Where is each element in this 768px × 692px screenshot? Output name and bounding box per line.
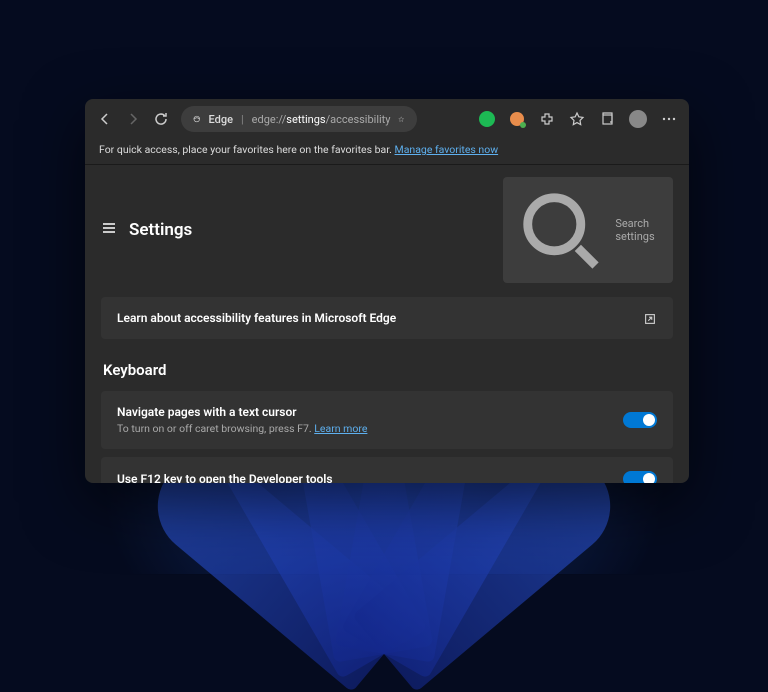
hamburger-menu-icon[interactable] [101, 220, 117, 240]
search-placeholder: Search settings [615, 217, 663, 243]
favorite-star-icon[interactable] [398, 113, 404, 126]
more-menu-icon[interactable] [661, 111, 677, 127]
f12-devtools-toggle[interactable] [623, 471, 657, 483]
card-title: Learn about accessibility features in Mi… [117, 311, 643, 325]
extension-profile-icon[interactable] [509, 111, 525, 127]
extension-green-icon[interactable] [479, 111, 495, 127]
settings-content: Learn about accessibility features in Mi… [85, 297, 689, 483]
favorites-icon[interactable] [569, 111, 585, 127]
forward-button[interactable] [125, 111, 141, 127]
profile-avatar[interactable] [629, 110, 647, 128]
search-icon [513, 183, 607, 277]
address-label: Edge [209, 113, 233, 126]
refresh-button[interactable] [153, 111, 169, 127]
favorites-bar: For quick access, place your favorites h… [85, 139, 689, 165]
address-separator: | [241, 113, 244, 126]
address-url: edge://settings/accessibility [252, 113, 391, 126]
card-title: Use F12 key to open the Developer tools [117, 472, 623, 483]
browser-window: Edge | edge://settings/accessibility For… [85, 99, 689, 483]
extensions-icon[interactable] [539, 111, 555, 127]
caret-browsing-card: Navigate pages with a text cursor To tur… [101, 391, 673, 449]
search-settings-input[interactable]: Search settings [503, 177, 673, 283]
card-title: Navigate pages with a text cursor [117, 405, 623, 419]
accessibility-learn-card[interactable]: Learn about accessibility features in Mi… [101, 297, 673, 339]
toolbar: Edge | edge://settings/accessibility [85, 99, 689, 139]
settings-header: Settings Search settings [85, 165, 689, 297]
learn-more-link[interactable]: Learn more [314, 422, 367, 435]
manage-favorites-link[interactable]: Manage favorites now [395, 143, 499, 156]
keyboard-section-heading: Keyboard [103, 361, 673, 379]
back-button[interactable] [97, 111, 113, 127]
card-subtitle: To turn on or off caret browsing, press … [117, 422, 623, 435]
external-link-icon [643, 311, 657, 325]
page-title: Settings [129, 220, 192, 240]
address-bar[interactable]: Edge | edge://settings/accessibility [181, 106, 417, 132]
collections-icon[interactable] [599, 111, 615, 127]
f12-devtools-card: Use F12 key to open the Developer tools [101, 457, 673, 483]
edge-icon [193, 112, 201, 126]
caret-browsing-toggle[interactable] [623, 412, 657, 428]
favorites-bar-text: For quick access, place your favorites h… [99, 143, 392, 156]
